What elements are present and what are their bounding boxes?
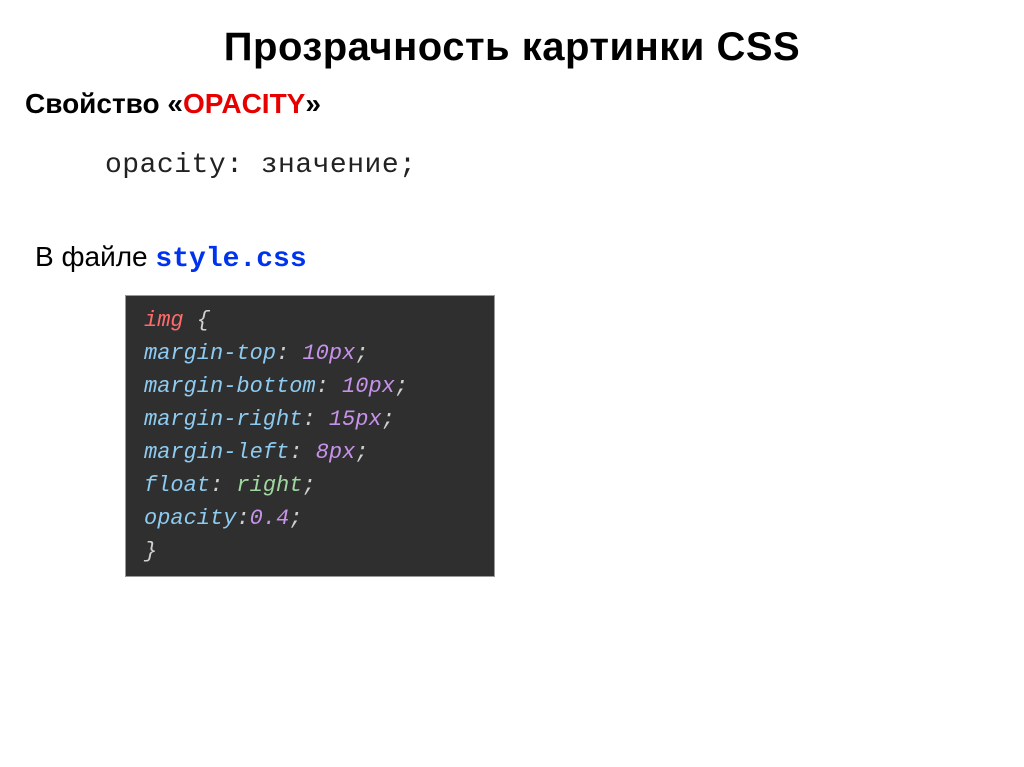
code-value: 10px bbox=[342, 374, 395, 399]
property-suffix: » bbox=[305, 88, 321, 119]
colon: : bbox=[289, 440, 315, 465]
semicolon: ; bbox=[355, 341, 368, 366]
code-value: 15px bbox=[329, 407, 382, 432]
code-line: margin-top: 10px; bbox=[144, 337, 482, 370]
syntax-example: opacity: значение; bbox=[105, 150, 999, 181]
code-prop: margin-bottom bbox=[144, 374, 316, 399]
file-prefix: В файле bbox=[35, 241, 155, 272]
colon: : bbox=[236, 506, 249, 531]
code-selector-line: img { bbox=[144, 304, 482, 337]
filename: style.css bbox=[155, 244, 306, 275]
code-value: 10px bbox=[302, 341, 355, 366]
semicolon: ; bbox=[395, 374, 408, 399]
colon: : bbox=[302, 407, 328, 432]
code-prop: float bbox=[144, 473, 210, 498]
semicolon: ; bbox=[382, 407, 395, 432]
code-line: margin-left: 8px; bbox=[144, 436, 482, 469]
code-line: margin-right: 15px; bbox=[144, 403, 482, 436]
semicolon: ; bbox=[355, 440, 368, 465]
semicolon: ; bbox=[289, 506, 302, 531]
semicolon: ; bbox=[302, 473, 315, 498]
colon: : bbox=[276, 341, 302, 366]
code-prop: margin-left bbox=[144, 440, 289, 465]
colon: : bbox=[210, 473, 236, 498]
colon: : bbox=[316, 374, 342, 399]
close-brace-line: } bbox=[144, 535, 482, 568]
code-prop: margin-right bbox=[144, 407, 302, 432]
code-value: 0.4 bbox=[250, 506, 290, 531]
property-line: Свойство «OPACITY» bbox=[25, 88, 999, 120]
code-prop: opacity bbox=[144, 506, 236, 531]
file-line: В файле style.css bbox=[25, 241, 999, 275]
code-prop: margin-top bbox=[144, 341, 276, 366]
code-line: opacity:0.4; bbox=[144, 502, 482, 535]
property-prefix: Свойство « bbox=[25, 88, 183, 119]
property-name: OPACITY bbox=[183, 88, 305, 119]
code-selector: img bbox=[144, 308, 184, 333]
code-block: img { margin-top: 10px;margin-bottom: 10… bbox=[125, 295, 495, 577]
code-value: 8px bbox=[316, 440, 356, 465]
code-line: float: right; bbox=[144, 469, 482, 502]
code-line: margin-bottom: 10px; bbox=[144, 370, 482, 403]
page-title: Прозрачность картинки CSS bbox=[25, 25, 999, 70]
close-brace: } bbox=[144, 539, 157, 564]
code-value: right bbox=[236, 473, 302, 498]
open-brace: { bbox=[184, 308, 210, 333]
